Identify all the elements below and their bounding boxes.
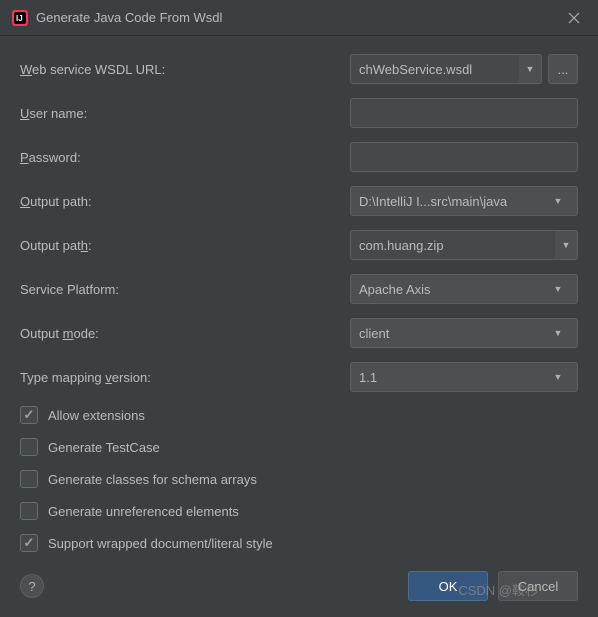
unreferenced-label: Generate unreferenced elements [48, 504, 239, 519]
chevron-down-icon[interactable]: ▼ [547, 284, 569, 294]
dialog-footer: ? OK Cancel [0, 559, 598, 617]
username-input[interactable] [350, 98, 578, 128]
package-path-value[interactable]: com.huang.zip [351, 231, 555, 259]
browse-button[interactable]: ... [548, 54, 578, 84]
chevron-down-icon[interactable]: ▼ [547, 372, 569, 382]
package-path-combo[interactable]: com.huang.zip ▼ [350, 230, 578, 260]
unreferenced-checkbox[interactable]: Generate unreferenced elements [20, 502, 578, 520]
app-icon: IJ [12, 10, 28, 26]
password-label: Password: [20, 150, 350, 165]
username-label: User name: [20, 106, 350, 121]
wrapped-doc-checkbox[interactable]: Support wrapped document/literal style [20, 534, 578, 552]
generate-testcase-checkbox[interactable]: Generate TestCase [20, 438, 578, 456]
wsdl-url-value[interactable]: chWebService.wsdl [351, 55, 519, 83]
wsdl-url-label: Web service WSDL URL: [20, 62, 350, 77]
type-mapping-value: 1.1 [359, 370, 547, 385]
allow-extensions-label: Allow extensions [48, 408, 145, 423]
schema-arrays-label: Generate classes for schema arrays [48, 472, 257, 487]
output-mode-value: client [359, 326, 547, 341]
output-path-label: Output path: [20, 194, 350, 209]
type-mapping-label: Type mapping version: [20, 370, 350, 385]
ok-button[interactable]: OK [408, 571, 488, 601]
output-path-value: D:\IntelliJ I...src\main\java [359, 194, 547, 209]
wrapped-doc-label: Support wrapped document/literal style [48, 536, 273, 551]
type-mapping-combo[interactable]: 1.1 ▼ [350, 362, 578, 392]
svg-text:IJ: IJ [16, 14, 23, 23]
checkbox-icon [20, 470, 38, 488]
checkbox-icon [20, 438, 38, 456]
allow-extensions-checkbox[interactable]: Allow extensions [20, 406, 578, 424]
service-platform-combo[interactable]: Apache Axis ▼ [350, 274, 578, 304]
password-input[interactable] [350, 142, 578, 172]
wsdl-url-combo[interactable]: chWebService.wsdl ▼ [350, 54, 542, 84]
chevron-down-icon[interactable]: ▼ [547, 328, 569, 338]
chevron-down-icon[interactable]: ▼ [547, 196, 569, 206]
chevron-down-icon[interactable]: ▼ [519, 64, 541, 74]
package-path-label: Output path: [20, 238, 350, 253]
help-button[interactable]: ? [20, 574, 44, 598]
checkbox-icon [20, 534, 38, 552]
checkbox-icon [20, 406, 38, 424]
output-mode-combo[interactable]: client ▼ [350, 318, 578, 348]
titlebar-title: Generate Java Code From Wsdl [36, 10, 562, 25]
service-platform-value: Apache Axis [359, 282, 547, 297]
cancel-button[interactable]: Cancel [498, 571, 578, 601]
output-path-combo[interactable]: D:\IntelliJ I...src\main\java ▼ [350, 186, 578, 216]
checkbox-icon [20, 502, 38, 520]
service-platform-label: Service Platform: [20, 282, 350, 297]
dialog-content: Web service WSDL URL: chWebService.wsdl … [0, 36, 598, 576]
chevron-down-icon[interactable]: ▼ [555, 240, 577, 250]
schema-arrays-checkbox[interactable]: Generate classes for schema arrays [20, 470, 578, 488]
output-mode-label: Output mode: [20, 326, 350, 341]
close-icon[interactable] [562, 6, 586, 30]
titlebar: IJ Generate Java Code From Wsdl [0, 0, 598, 36]
generate-testcase-label: Generate TestCase [48, 440, 160, 455]
